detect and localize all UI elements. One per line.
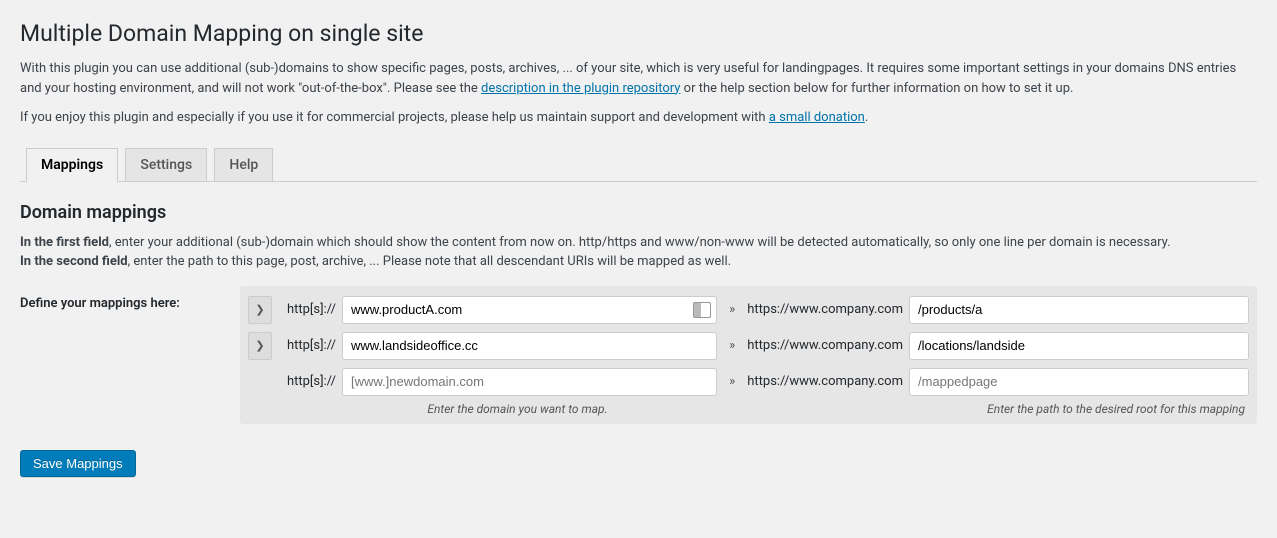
field1-instructions: In the first field, enter your additiona… bbox=[20, 233, 1257, 272]
path-hint: Enter the path to the desired root for t… bbox=[725, 402, 1247, 416]
tab-help[interactable]: Help bbox=[214, 148, 273, 182]
expander-toggle[interactable]: ❯ bbox=[248, 332, 272, 360]
mapping-row: ❯ http[s]:// » https://www.company.com bbox=[246, 328, 1251, 364]
tab-mappings[interactable]: Mappings bbox=[26, 148, 118, 182]
base-url-label: https://www.company.com bbox=[747, 374, 903, 389]
field1-bold: In the first field bbox=[20, 235, 109, 250]
support-part1: If you enjoy this plugin and especially … bbox=[20, 110, 769, 125]
path-input[interactable] bbox=[909, 368, 1249, 396]
arrow-icon: » bbox=[723, 338, 741, 353]
path-input[interactable] bbox=[909, 332, 1249, 360]
tab-bar: Mappings Settings Help bbox=[20, 148, 1257, 182]
protocol-label: http[s]:// bbox=[278, 302, 336, 317]
domain-input[interactable] bbox=[342, 368, 717, 396]
section-title: Domain mappings bbox=[20, 202, 1257, 223]
define-label: Define your mappings here: bbox=[20, 286, 240, 311]
hint-row: Enter the domain you want to map. Enter … bbox=[246, 400, 1251, 416]
field2-bold: In the second field bbox=[20, 254, 128, 269]
save-button[interactable]: Save Mappings bbox=[20, 450, 136, 477]
base-url-label: https://www.company.com bbox=[747, 338, 903, 353]
protocol-label: http[s]:// bbox=[278, 374, 336, 389]
domain-hint: Enter the domain you want to map. bbox=[250, 402, 725, 416]
support-part2: . bbox=[865, 110, 868, 125]
mapping-row: http[s]:// » https://www.company.com bbox=[246, 364, 1251, 400]
support-text: If you enjoy this plugin and especially … bbox=[20, 108, 1257, 128]
tab-settings[interactable]: Settings bbox=[125, 148, 207, 182]
intro-text: With this plugin you can use additional … bbox=[20, 59, 1257, 98]
intro-part2: or the help section below for further in… bbox=[680, 81, 1073, 96]
field1-text: , enter your additional (sub-)domain whi… bbox=[109, 235, 1171, 250]
expander-toggle[interactable]: ❯ bbox=[248, 296, 272, 324]
base-url-label: https://www.company.com bbox=[747, 302, 903, 317]
autofill-icon bbox=[693, 302, 711, 318]
arrow-icon: » bbox=[723, 374, 741, 389]
repo-link[interactable]: description in the plugin repository bbox=[481, 81, 680, 96]
domain-input[interactable] bbox=[342, 332, 717, 360]
mapping-row: ❯ http[s]:// » https://www.company.com bbox=[246, 292, 1251, 328]
protocol-label: http[s]:// bbox=[278, 338, 336, 353]
path-input[interactable] bbox=[909, 296, 1249, 324]
arrow-icon: » bbox=[723, 302, 741, 317]
domain-input[interactable] bbox=[342, 296, 717, 324]
page-title: Multiple Domain Mapping on single site bbox=[20, 20, 1257, 47]
field2-text: , enter the path to this page, post, arc… bbox=[128, 254, 731, 269]
donation-link[interactable]: a small donation bbox=[769, 110, 865, 125]
mappings-container: ❯ http[s]:// » https://www.company.com ❯… bbox=[240, 286, 1257, 424]
